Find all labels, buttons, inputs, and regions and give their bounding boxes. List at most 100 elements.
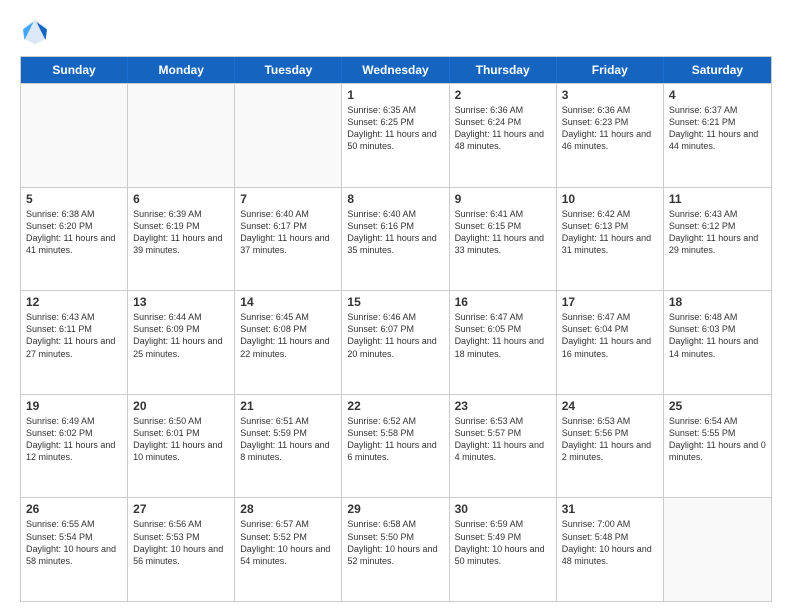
day-number: 22 <box>347 399 443 413</box>
day-number: 8 <box>347 192 443 206</box>
calendar-cell: 17 Sunrise: 6:47 AM Sunset: 6:04 PM Dayli… <box>557 291 664 394</box>
cell-info: Sunrise: 6:36 AM Sunset: 6:23 PM Dayligh… <box>562 104 658 153</box>
day-number: 15 <box>347 295 443 309</box>
cell-info: Sunrise: 6:53 AM Sunset: 5:57 PM Dayligh… <box>455 415 551 464</box>
cell-info: Sunrise: 6:45 AM Sunset: 6:08 PM Dayligh… <box>240 311 336 360</box>
calendar-cell: 18 Sunrise: 6:48 AM Sunset: 6:03 PM Dayli… <box>664 291 771 394</box>
calendar-cell <box>664 498 771 601</box>
day-number: 29 <box>347 502 443 516</box>
calendar-cell: 1 Sunrise: 6:35 AM Sunset: 6:25 PM Daylig… <box>342 84 449 187</box>
day-number: 20 <box>133 399 229 413</box>
header-day-tuesday: Tuesday <box>235 57 342 83</box>
day-number: 7 <box>240 192 336 206</box>
day-number: 17 <box>562 295 658 309</box>
calendar-cell: 13 Sunrise: 6:44 AM Sunset: 6:09 PM Dayli… <box>128 291 235 394</box>
cell-info: Sunrise: 6:40 AM Sunset: 6:16 PM Dayligh… <box>347 208 443 257</box>
cell-info: Sunrise: 6:44 AM Sunset: 6:09 PM Dayligh… <box>133 311 229 360</box>
cell-info: Sunrise: 7:00 AM Sunset: 5:48 PM Dayligh… <box>562 518 658 567</box>
calendar-cell: 5Sunrise: 6:38 AM Sunset: 6:20 PM Daylig… <box>21 188 128 291</box>
calendar-cell: 20 Sunrise: 6:50 AM Sunset: 6:01 PM Dayli… <box>128 395 235 498</box>
calendar-cell: 22 Sunrise: 6:52 AM Sunset: 5:58 PM Dayli… <box>342 395 449 498</box>
cell-info: Sunrise: 6:49 AM Sunset: 6:02 PM Dayligh… <box>26 415 122 464</box>
logo <box>20 16 54 46</box>
day-number: 23 <box>455 399 551 413</box>
calendar-cell: 24 Sunrise: 6:53 AM Sunset: 5:56 PM Dayli… <box>557 395 664 498</box>
calendar-cell: 7 Sunrise: 6:40 AM Sunset: 6:17 PM Daylig… <box>235 188 342 291</box>
cell-info: Sunrise: 6:57 AM Sunset: 5:52 PM Dayligh… <box>240 518 336 567</box>
cell-info: Sunrise: 6:53 AM Sunset: 5:56 PM Dayligh… <box>562 415 658 464</box>
day-number: 3 <box>562 88 658 102</box>
day-number: 11 <box>669 192 766 206</box>
cell-info: Sunrise: 6:52 AM Sunset: 5:58 PM Dayligh… <box>347 415 443 464</box>
cell-info: Sunrise: 6:56 AM Sunset: 5:53 PM Dayligh… <box>133 518 229 567</box>
calendar-body: 1 Sunrise: 6:35 AM Sunset: 6:25 PM Daylig… <box>21 83 771 601</box>
cell-info: Sunrise: 6:55 AM Sunset: 5:54 PM Dayligh… <box>26 518 122 567</box>
calendar-cell: 11 Sunrise: 6:43 AM Sunset: 6:12 PM Dayli… <box>664 188 771 291</box>
day-number: 10 <box>562 192 658 206</box>
day-number: 14 <box>240 295 336 309</box>
cell-info: Sunrise: 6:42 AM Sunset: 6:13 PM Dayligh… <box>562 208 658 257</box>
day-number: 24 <box>562 399 658 413</box>
calendar-cell <box>235 84 342 187</box>
calendar-cell: 21Sunrise: 6:51 AM Sunset: 5:59 PM Dayli… <box>235 395 342 498</box>
cell-info: Sunrise: 6:50 AM Sunset: 6:01 PM Dayligh… <box>133 415 229 464</box>
day-number: 30 <box>455 502 551 516</box>
calendar-cell: 10 Sunrise: 6:42 AM Sunset: 6:13 PM Dayli… <box>557 188 664 291</box>
day-number: 26 <box>26 502 122 516</box>
header-day-friday: Friday <box>557 57 664 83</box>
calendar-row-1: 1 Sunrise: 6:35 AM Sunset: 6:25 PM Daylig… <box>21 83 771 187</box>
cell-info: Sunrise: 6:43 AM Sunset: 6:11 PM Dayligh… <box>26 311 122 360</box>
calendar-cell <box>21 84 128 187</box>
calendar-cell: 27 Sunrise: 6:56 AM Sunset: 5:53 PM Dayli… <box>128 498 235 601</box>
header-day-thursday: Thursday <box>450 57 557 83</box>
calendar-row-4: 19 Sunrise: 6:49 AM Sunset: 6:02 PM Dayli… <box>21 394 771 498</box>
header-day-saturday: Saturday <box>664 57 771 83</box>
cell-info: Sunrise: 6:36 AM Sunset: 6:24 PM Dayligh… <box>455 104 551 153</box>
header-day-monday: Monday <box>128 57 235 83</box>
cell-info: Sunrise: 6:39 AM Sunset: 6:19 PM Dayligh… <box>133 208 229 257</box>
calendar-cell: 2Sunrise: 6:36 AM Sunset: 6:24 PM Daylig… <box>450 84 557 187</box>
day-number: 19 <box>26 399 122 413</box>
calendar-cell: 3 Sunrise: 6:36 AM Sunset: 6:23 PM Daylig… <box>557 84 664 187</box>
cell-info: Sunrise: 6:46 AM Sunset: 6:07 PM Dayligh… <box>347 311 443 360</box>
cell-info: Sunrise: 6:40 AM Sunset: 6:17 PM Dayligh… <box>240 208 336 257</box>
day-number: 31 <box>562 502 658 516</box>
day-number: 13 <box>133 295 229 309</box>
page: SundayMondayTuesdayWednesdayThursdayFrid… <box>0 0 792 612</box>
header <box>20 16 772 46</box>
calendar-cell: 9 Sunrise: 6:41 AM Sunset: 6:15 PM Daylig… <box>450 188 557 291</box>
calendar-cell: 29 Sunrise: 6:58 AM Sunset: 5:50 PM Dayli… <box>342 498 449 601</box>
calendar-cell: 6 Sunrise: 6:39 AM Sunset: 6:19 PM Daylig… <box>128 188 235 291</box>
calendar-row-3: 12Sunrise: 6:43 AM Sunset: 6:11 PM Dayli… <box>21 290 771 394</box>
cell-info: Sunrise: 6:59 AM Sunset: 5:49 PM Dayligh… <box>455 518 551 567</box>
calendar-cell: 31 Sunrise: 7:00 AM Sunset: 5:48 PM Dayli… <box>557 498 664 601</box>
day-number: 9 <box>455 192 551 206</box>
calendar-cell: 30 Sunrise: 6:59 AM Sunset: 5:49 PM Dayli… <box>450 498 557 601</box>
calendar-row-2: 5Sunrise: 6:38 AM Sunset: 6:20 PM Daylig… <box>21 187 771 291</box>
cell-info: Sunrise: 6:43 AM Sunset: 6:12 PM Dayligh… <box>669 208 766 257</box>
calendar-cell: 16Sunrise: 6:47 AM Sunset: 6:05 PM Dayli… <box>450 291 557 394</box>
calendar-cell: 14 Sunrise: 6:45 AM Sunset: 6:08 PM Dayli… <box>235 291 342 394</box>
cell-info: Sunrise: 6:37 AM Sunset: 6:21 PM Dayligh… <box>669 104 766 153</box>
calendar-cell <box>128 84 235 187</box>
calendar-cell: 25Sunrise: 6:54 AM Sunset: 5:55 PM Dayli… <box>664 395 771 498</box>
day-number: 27 <box>133 502 229 516</box>
calendar-row-5: 26 Sunrise: 6:55 AM Sunset: 5:54 PM Dayli… <box>21 497 771 601</box>
logo-icon <box>20 16 50 46</box>
day-number: 28 <box>240 502 336 516</box>
day-number: 1 <box>347 88 443 102</box>
cell-info: Sunrise: 6:58 AM Sunset: 5:50 PM Dayligh… <box>347 518 443 567</box>
cell-info: Sunrise: 6:35 AM Sunset: 6:25 PM Dayligh… <box>347 104 443 153</box>
calendar-cell: 19 Sunrise: 6:49 AM Sunset: 6:02 PM Dayli… <box>21 395 128 498</box>
day-number: 18 <box>669 295 766 309</box>
day-number: 4 <box>669 88 766 102</box>
calendar-cell: 15 Sunrise: 6:46 AM Sunset: 6:07 PM Dayli… <box>342 291 449 394</box>
cell-info: Sunrise: 6:48 AM Sunset: 6:03 PM Dayligh… <box>669 311 766 360</box>
calendar-cell: 26 Sunrise: 6:55 AM Sunset: 5:54 PM Dayli… <box>21 498 128 601</box>
day-number: 6 <box>133 192 229 206</box>
cell-info: Sunrise: 6:41 AM Sunset: 6:15 PM Dayligh… <box>455 208 551 257</box>
day-number: 21 <box>240 399 336 413</box>
calendar-cell: 8 Sunrise: 6:40 AM Sunset: 6:16 PM Daylig… <box>342 188 449 291</box>
calendar-cell: 28 Sunrise: 6:57 AM Sunset: 5:52 PM Dayli… <box>235 498 342 601</box>
cell-info: Sunrise: 6:47 AM Sunset: 6:04 PM Dayligh… <box>562 311 658 360</box>
